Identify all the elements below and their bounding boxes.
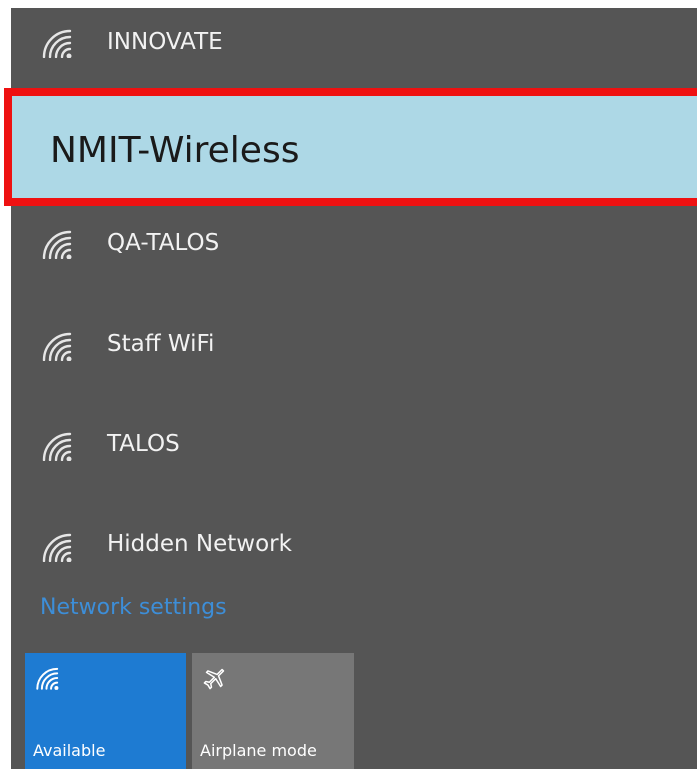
wifi-icon bbox=[36, 667, 59, 690]
wifi-toggle-tile[interactable]: Available bbox=[25, 653, 186, 769]
airplane-icon bbox=[203, 668, 225, 690]
wifi-icon bbox=[42, 230, 72, 259]
network-name: INNOVATE bbox=[107, 29, 223, 55]
network-item-nmit-wireless[interactable]: NMIT-Wireless bbox=[4, 88, 697, 206]
network-name: TALOS bbox=[107, 431, 180, 457]
network-item-staff-wifi[interactable]: Staff WiFi bbox=[11, 307, 697, 407]
wifi-icon bbox=[42, 29, 72, 58]
airplane-mode-tile[interactable]: Airplane mode bbox=[192, 653, 354, 769]
wifi-icon bbox=[42, 332, 72, 361]
network-name: QA-TALOS bbox=[107, 230, 220, 256]
network-name: Staff WiFi bbox=[107, 331, 215, 357]
network-item-innovate[interactable]: INNOVATE bbox=[11, 0, 697, 100]
airplane-tile-label: Airplane mode bbox=[200, 741, 317, 760]
network-item-hidden-network[interactable]: Hidden Network bbox=[11, 507, 697, 607]
network-settings-link[interactable]: Network settings bbox=[40, 594, 227, 622]
wifi-tile-label: Available bbox=[33, 741, 106, 760]
wifi-icon bbox=[42, 533, 72, 562]
network-item-qa-talos[interactable]: QA-TALOS bbox=[11, 207, 697, 307]
network-name: NMIT-Wireless bbox=[50, 130, 300, 171]
network-name: Hidden Network bbox=[107, 531, 292, 557]
wifi-icon bbox=[42, 432, 72, 461]
network-item-talos[interactable]: TALOS bbox=[11, 407, 697, 507]
